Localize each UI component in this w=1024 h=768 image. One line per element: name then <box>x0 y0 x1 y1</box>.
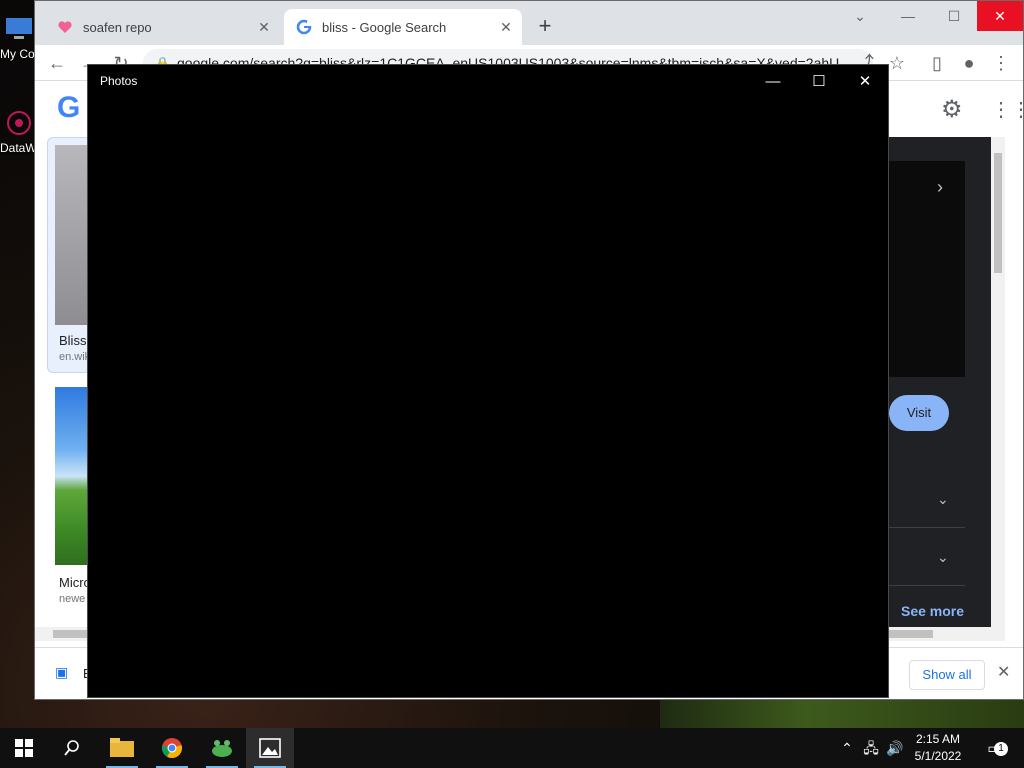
scrollbar-thumb[interactable] <box>994 153 1002 273</box>
back-arrow-icon[interactable]: ← <box>45 51 69 75</box>
photo-canvas[interactable] <box>88 99 888 697</box>
chevron-down-icon[interactable]: ⌄ <box>937 549 949 566</box>
taskbar-file-explorer[interactable] <box>98 728 146 768</box>
download-file-icon[interactable]: ▣ <box>55 664 68 681</box>
network-icon[interactable]: 🖧 <box>860 728 882 768</box>
next-arrow-icon[interactable]: › <box>937 177 943 198</box>
heart-favicon <box>58 21 72 33</box>
frog-app-icon <box>212 740 232 757</box>
preview-image <box>889 161 965 377</box>
chrome-icon <box>161 738 182 759</box>
profile-avatar-icon[interactable]: ● <box>957 51 981 75</box>
notification-center-button[interactable]: ▭ 1 <box>980 728 1008 768</box>
desktop-icon-computer[interactable]: My Co <box>0 14 36 61</box>
tab-bliss-search[interactable]: bliss - Google Search ✕ <box>284 9 522 45</box>
system-clock[interactable]: 2:15 AM 5/1/2022 <box>908 731 968 765</box>
minimize-button[interactable]: — <box>885 1 931 31</box>
search-button[interactable] <box>48 728 96 768</box>
folder-icon <box>110 738 134 757</box>
kebab-menu-icon[interactable]: ⋮ <box>989 51 1013 75</box>
tab-title: bliss - Google Search <box>322 19 447 35</box>
close-button[interactable]: ✕ <box>977 1 1023 31</box>
clock-time: 2:15 AM <box>915 732 961 746</box>
image-thumbnail[interactable] <box>55 145 90 325</box>
window-title: Photos <box>100 74 138 88</box>
desktop-icon-label: My Co <box>0 47 35 61</box>
close-icon[interactable]: ✕ <box>997 662 1010 682</box>
chevron-up-icon[interactable]: ⌃ <box>838 728 856 768</box>
minimize-button[interactable]: — <box>750 69 796 95</box>
tab-soafen-repo[interactable]: soafen repo ✕ <box>45 9 280 45</box>
taskbar-green-app[interactable] <box>198 728 246 768</box>
tab-title: soafen repo <box>83 19 152 35</box>
tab-strip: soafen repo ✕ bliss - Google Search ✕ + … <box>35 1 1023 45</box>
tab-close-icon[interactable]: ✕ <box>254 17 274 37</box>
apps-grid-icon[interactable]: ⋮⋮ <box>991 97 1023 122</box>
desktop-wallpaper-hill <box>660 698 1024 728</box>
gear-icon[interactable]: ⚙ <box>941 95 963 124</box>
taskbar-photos[interactable] <box>246 728 294 768</box>
image-preview-panel: › Visit ⌄ ⌄ See more <box>889 137 991 627</box>
computer-icon <box>6 18 32 39</box>
visit-button[interactable]: Visit <box>889 395 949 431</box>
photos-icon <box>259 738 281 758</box>
google-logo[interactable]: G <box>57 91 80 125</box>
side-panel-icon[interactable]: ▯ <box>925 51 949 75</box>
divider <box>889 527 965 528</box>
tab-close-icon[interactable]: ✕ <box>496 17 516 37</box>
photos-window: Photos — ☐ ✕ <box>87 64 889 698</box>
search-icon <box>64 740 79 756</box>
start-button[interactable] <box>0 728 48 768</box>
divider <box>889 585 965 586</box>
new-tab-button[interactable]: + <box>533 15 557 39</box>
speaker-icon[interactable]: 🔊 <box>884 728 906 768</box>
result-source: newe <box>59 593 86 605</box>
maximize-button[interactable]: ☐ <box>796 69 842 95</box>
clock-date: 5/1/2022 <box>914 749 962 763</box>
desktop-icon-label: DataW <box>0 141 37 155</box>
show-all-button[interactable]: Show all <box>909 660 985 690</box>
windows-logo-icon <box>15 739 33 757</box>
result-title[interactable]: Bliss <box>59 333 86 348</box>
desktop-icon-datawrapper[interactable]: DataW <box>0 108 37 155</box>
tab-search-chevron-icon[interactable]: ⌄ <box>837 1 883 31</box>
close-button[interactable]: ✕ <box>842 69 888 95</box>
chevron-down-icon[interactable]: ⌄ <box>937 491 949 508</box>
result-title[interactable]: Micro <box>59 575 91 590</box>
google-favicon <box>296 19 312 35</box>
taskbar: ⌃ 🖧 🔊 2:15 AM 5/1/2022 ▭ 1 <box>0 728 1024 768</box>
vertical-scrollbar[interactable] <box>991 137 1005 627</box>
notification-badge: 1 <box>994 742 1008 756</box>
datawrapper-icon <box>7 111 31 135</box>
maximize-button[interactable]: ☐ <box>931 1 977 31</box>
taskbar-chrome[interactable] <box>148 728 196 768</box>
see-more-link[interactable]: See more <box>901 603 964 619</box>
